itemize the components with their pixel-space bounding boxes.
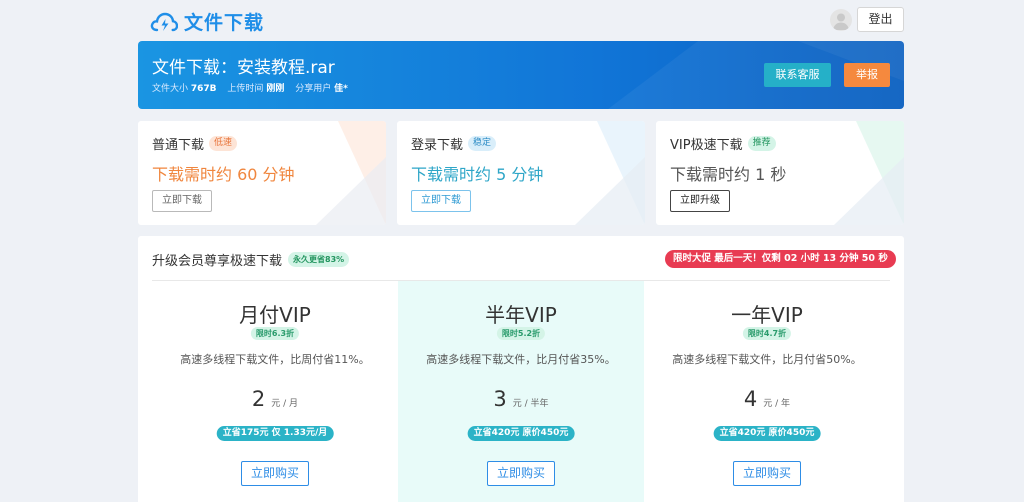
share-user-value: 佳* xyxy=(334,84,348,94)
top-bar: 文件下载 登出 xyxy=(0,0,1024,40)
avatar[interactable] xyxy=(830,9,852,31)
user-icon xyxy=(833,13,849,30)
plan-savings-badge: 立省175元 仅 1.33元/月 xyxy=(216,426,334,441)
card-decoration xyxy=(575,121,645,225)
card-decoration xyxy=(316,121,386,225)
price-unit: 元 / 半年 xyxy=(512,399,549,409)
file-meta: 文件大小 767B 上传时间 刚刚 分享用户 佳* xyxy=(152,81,356,94)
upgrade-button[interactable]: 立即升级 xyxy=(670,190,730,212)
plan-name: 半年VIP xyxy=(485,303,557,327)
logout-button[interactable]: 登出 xyxy=(857,7,904,32)
promo-countdown-badge: 限时大促 最后一天！仅剩 02 小时 13 分钟 50 秒 xyxy=(665,250,896,268)
normal-download-time: 下载需时约 60 分钟 xyxy=(152,165,295,184)
plan-description: 高速多线程下载文件，比月付省50%。 xyxy=(672,353,862,366)
plan-yearly: 一年VIP 限时4.7折 高速多线程下载文件，比月付省50%。 4 元 / 年 立… xyxy=(644,281,890,502)
vip-heading-badge: 永久更省83% xyxy=(288,252,350,267)
price-unit: 元 / 年 xyxy=(763,399,791,409)
file-size-label: 文件大小 xyxy=(152,84,189,94)
share-user-label: 分享用户 xyxy=(295,84,332,94)
buy-yearly-button[interactable]: 立即购买 xyxy=(733,461,801,486)
plan-description: 高速多线程下载文件，比月付省35%。 xyxy=(426,353,616,366)
plan-price: 3 元 / 半年 xyxy=(398,387,644,411)
login-download-title: 登录下载 xyxy=(411,138,464,153)
price-value: 2 xyxy=(251,387,266,411)
site-logo[interactable]: 文件下载 xyxy=(150,8,264,35)
stable-tag: 稳定 xyxy=(468,136,497,151)
vip-upgrade-panel: 升级会员尊享极速下载 永久更省83% 限时大促 最后一天！仅剩 02 小时 13… xyxy=(138,236,904,502)
login-download-card: 登录下载 稳定 下载需时约 5 分钟 立即下载 xyxy=(397,121,645,225)
site-logo-text: 文件下载 xyxy=(184,12,265,34)
vip-download-card: VIP极速下载 推荐 下载需时约 1 秒 立即升级 xyxy=(656,121,904,225)
normal-download-card: 普通下载 低速 下载需时约 60 分钟 立即下载 xyxy=(138,121,386,225)
buy-monthly-button[interactable]: 立即购买 xyxy=(241,461,309,486)
recommend-tag: 推荐 xyxy=(747,136,776,151)
plan-discount-badge: 限时4.7折 xyxy=(742,327,792,340)
cloud-download-icon xyxy=(150,12,178,31)
plan-name: 月付VIP xyxy=(239,303,311,327)
plan-savings-badge: 立省420元 原价450元 xyxy=(713,426,821,441)
card-decoration xyxy=(834,121,904,225)
plan-savings-badge: 立省420元 原价450元 xyxy=(467,426,575,441)
plan-price: 2 元 / 月 xyxy=(152,387,398,411)
upload-time-value: 刚刚 xyxy=(266,84,285,94)
price-unit: 元 / 月 xyxy=(271,399,299,409)
normal-download-button[interactable]: 立即下载 xyxy=(152,190,212,212)
login-download-time: 下载需时约 5 分钟 xyxy=(411,165,544,184)
contact-service-button[interactable]: 联系客服 xyxy=(764,63,831,87)
file-size-value: 767B xyxy=(190,84,217,94)
upload-time-label: 上传时间 xyxy=(227,84,264,94)
plan-name: 一年VIP xyxy=(731,303,803,327)
plan-monthly: 月付VIP 限时6.3折 高速多线程下载文件，比周付省11%。 2 元 / 月 立… xyxy=(152,281,398,502)
vip-download-title: VIP极速下载 xyxy=(670,138,743,153)
plan-description: 高速多线程下载文件，比周付省11%。 xyxy=(180,353,370,366)
plan-discount-badge: 限时5.2折 xyxy=(496,327,546,340)
file-info-banner: 文件下载：安装教程.rar 文件大小 767B 上传时间 刚刚 分享用户 佳* … xyxy=(138,41,904,109)
price-value: 4 xyxy=(743,387,758,411)
file-title: 文件下载：安装教程.rar xyxy=(152,58,335,78)
vip-download-time: 下载需时约 1 秒 xyxy=(670,165,787,184)
plan-discount-badge: 限时6.3折 xyxy=(250,327,300,340)
normal-download-title: 普通下载 xyxy=(152,138,205,153)
login-download-button[interactable]: 立即下载 xyxy=(411,190,471,212)
buy-halfyear-button[interactable]: 立即购买 xyxy=(487,461,555,486)
slow-tag: 低速 xyxy=(209,136,238,151)
price-value: 3 xyxy=(493,387,507,411)
plan-price: 4 元 / 年 xyxy=(644,387,890,411)
report-button[interactable]: 举报 xyxy=(844,63,890,87)
plan-halfyear: 半年VIP 限时5.2折 高速多线程下载文件，比月付省35%。 3元 / 半年 … xyxy=(398,281,644,502)
vip-heading: 升级会员尊享极速下载 xyxy=(152,254,283,269)
